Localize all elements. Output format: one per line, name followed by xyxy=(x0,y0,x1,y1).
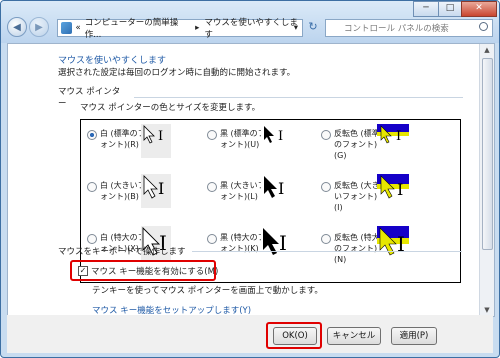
scheme-inverted-standard[interactable]: 反転色 (標準 のフォント) (G) xyxy=(321,128,380,161)
search-placeholder: コントロール パネルの検索 xyxy=(344,24,449,34)
scheme-black-large[interactable]: 黒 (大きいフ ォント)(L) xyxy=(207,180,266,202)
breadcrumb-item-accessibility[interactable]: コンピューターの簡単操作... xyxy=(85,16,190,40)
pointer-description: マウス ポインターの色とサイズを変更します。 xyxy=(80,103,261,113)
radio-inverted-large[interactable] xyxy=(321,182,331,192)
close-button[interactable]: ✕ xyxy=(461,1,497,17)
cancel-button[interactable]: キャンセル xyxy=(327,327,381,345)
scheme-white-large[interactable]: 白 (大きいフ ォント)(B) xyxy=(87,180,146,202)
highlight-mousekeys xyxy=(70,260,216,281)
keyboard-section-title: マウスをキーボードで操作します xyxy=(58,245,463,257)
radio-inverted-standard[interactable] xyxy=(321,130,331,140)
breadcrumb-item-mouse[interactable]: マウスを使いやすくします xyxy=(204,16,302,40)
minimize-button[interactable]: ─ xyxy=(413,1,439,17)
svg-text:I: I xyxy=(278,179,284,198)
apply-button[interactable]: 適用(P) xyxy=(391,327,437,345)
radio-black-standard[interactable] xyxy=(207,130,217,140)
black-large-pointer-preview: I xyxy=(261,174,291,208)
black-standard-pointer-preview: I xyxy=(261,124,291,158)
maximize-button[interactable]: □ xyxy=(438,1,462,17)
scheme-inverted-large[interactable]: 反転色 (大き いフォント) (I) xyxy=(321,180,380,213)
svg-text:I: I xyxy=(397,180,403,199)
scroll-up-icon[interactable]: ▲ xyxy=(480,44,494,56)
svg-text:I: I xyxy=(396,129,401,144)
radio-white-standard[interactable] xyxy=(87,130,97,140)
page-title: マウスを使いやすくします xyxy=(58,56,167,66)
forward-icon[interactable]: ▶ xyxy=(29,17,49,37)
page-subtext: 選択された設定は毎回のログオン時に自動的に開始されます。 xyxy=(58,68,296,78)
breadcrumb-separator-icon[interactable]: ▸ xyxy=(195,23,199,33)
white-large-pointer-preview: I xyxy=(141,174,171,208)
vertical-scrollbar[interactable]: ▲ ▼ xyxy=(479,44,494,316)
inverted-standard-pointer-preview: I xyxy=(377,124,409,158)
address-dropdown-icon[interactable]: ▾ xyxy=(294,23,298,33)
back-icon[interactable]: ◀ xyxy=(7,17,27,37)
white-standard-pointer-preview: I xyxy=(141,124,171,158)
breadcrumb-prefix[interactable]: « xyxy=(75,23,80,33)
radio-black-large[interactable] xyxy=(207,182,217,192)
scheme-white-standard[interactable]: 白 (標準のフ ォント)(R) xyxy=(87,128,146,150)
svg-text:I: I xyxy=(278,129,283,144)
scrollbar-thumb[interactable] xyxy=(482,58,493,250)
pointer-scheme-grid: 白 (標準のフ ォント)(R) I 黒 (標準のフ ォント)(U) I 反転色 (標… xyxy=(80,119,461,283)
refresh-icon[interactable]: ↻ xyxy=(305,20,321,34)
button-bar: OK(O) キャンセル 適用(P) xyxy=(7,315,493,353)
svg-text:I: I xyxy=(158,129,163,144)
radio-inverted-extra-large[interactable] xyxy=(321,234,331,244)
address-bar[interactable]: « コンピューターの簡単操作... ▸ マウスを使いやすくします ▾ xyxy=(57,16,303,40)
svg-text:I: I xyxy=(158,179,164,198)
content-pane: マウスを使いやすくします 選択された設定は毎回のログオン時に自動的に開始されます… xyxy=(7,43,495,317)
inverted-large-pointer-preview: I xyxy=(377,174,409,208)
control-panel-window: ─ □ ✕ ◀ ▶ « コンピューターの簡単操作... ▸ マウスを使いやすくし… xyxy=(0,0,500,358)
search-input[interactable]: コントロール パネルの検索 xyxy=(325,19,493,37)
highlight-ok xyxy=(266,322,322,349)
radio-black-extra-large[interactable] xyxy=(207,234,217,244)
control-panel-icon xyxy=(61,22,73,34)
radio-white-large[interactable] xyxy=(87,182,97,192)
radio-white-extra-large[interactable] xyxy=(87,234,97,244)
title-bar: ─ □ ✕ ◀ ▶ « コンピューターの簡単操作... ▸ マウスを使いやすくし… xyxy=(1,1,499,43)
scheme-black-standard[interactable]: 黒 (標準のフ ォント)(U) xyxy=(207,128,266,150)
search-icon[interactable] xyxy=(479,22,488,31)
mousekeys-description: テンキーを使ってマウス ポインターを画面上で動かします。 xyxy=(92,286,323,296)
